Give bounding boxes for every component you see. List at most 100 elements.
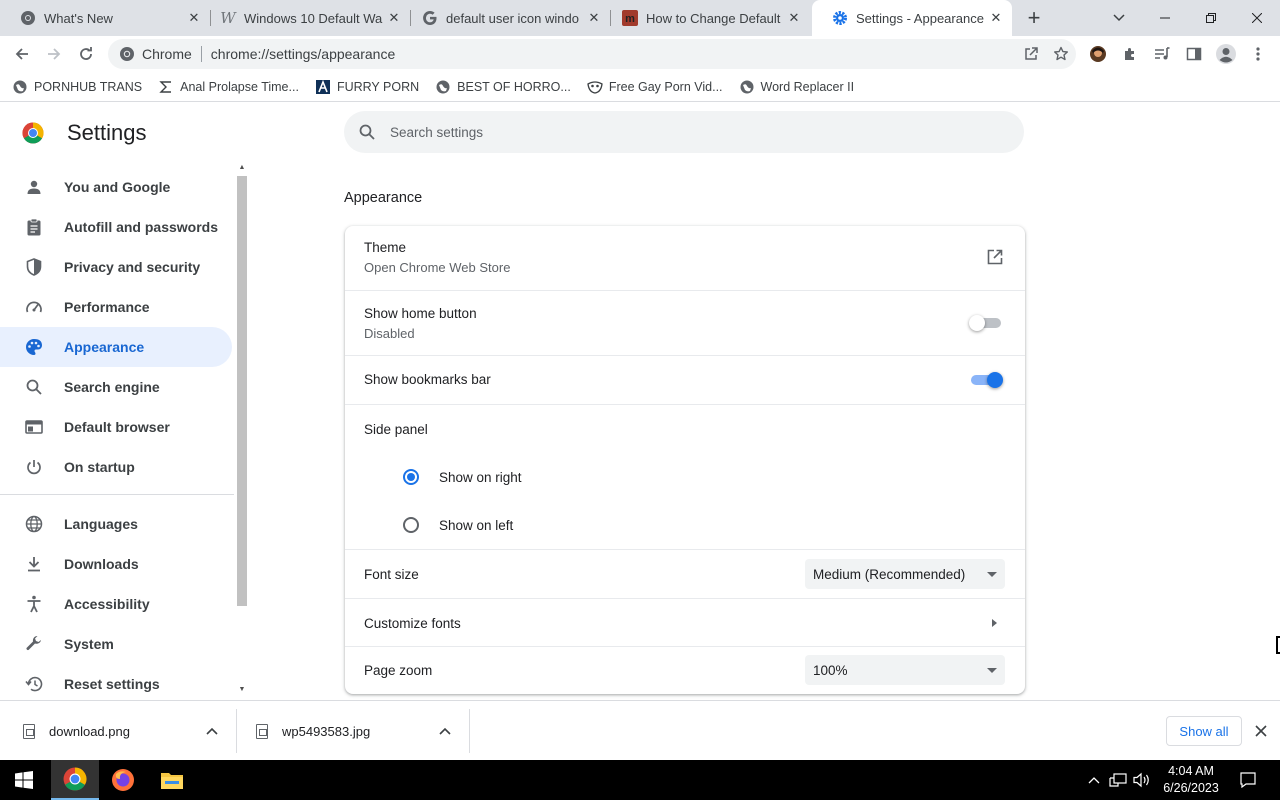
makeuseof-icon: m [622,10,638,26]
chevron-up-icon[interactable] [204,723,220,739]
chevron-up-icon[interactable] [437,723,453,739]
profile-button[interactable] [1212,40,1240,68]
side-panel-button[interactable] [1180,40,1208,68]
menu-button[interactable] [1244,40,1272,68]
sidebar-item-autofill[interactable]: Autofill and passwords [0,207,232,247]
font-size-select[interactable]: Medium (Recommended) [805,559,1005,589]
tab-search-button[interactable] [1096,0,1142,36]
close-icon[interactable]: ✕ [386,10,402,26]
close-window-button[interactable] [1234,0,1280,36]
bookmark-item[interactable]: BEST OF HORRO... [435,79,571,95]
minimize-button[interactable] [1142,0,1188,36]
radio-button[interactable] [403,517,419,533]
start-button[interactable] [0,760,48,800]
download-item[interactable]: wp5493583.jpg [256,711,466,751]
show-all-downloads-button[interactable]: Show all [1166,716,1242,746]
bookmark-item[interactable]: FURRY PORN [315,79,419,95]
speedometer-icon [24,297,44,317]
sidebar-item-label: Reset settings [64,676,160,692]
theme-row[interactable]: Theme Open Chrome Web Store [345,226,1025,290]
history-icon [24,674,44,694]
bookmark-item[interactable]: PORNHUB TRANS [12,79,142,95]
home-button-toggle[interactable] [969,315,1003,331]
customize-fonts-row[interactable]: Customize fonts [345,598,1025,646]
restore-button[interactable] [1188,0,1234,36]
close-icon[interactable]: ✕ [586,10,602,26]
restore-icon [1206,13,1216,23]
url-text[interactable]: chrome://settings/appearance [211,46,395,62]
sidebar-item-performance[interactable]: Performance [0,287,232,327]
scrollbar-thumb[interactable] [237,176,247,606]
bookmarks-bar-toggle[interactable] [969,372,1003,388]
search-input[interactable] [390,124,990,140]
side-panel-option-left[interactable]: Show on left [403,517,513,533]
section-title: Appearance [344,190,423,206]
sidebar-item-downloads[interactable]: Downloads [0,544,232,584]
forward-button[interactable] [40,40,68,68]
arrow-right-icon [992,619,997,627]
sidebar-item-privacy[interactable]: Privacy and security [0,247,232,287]
account-circle-icon [1216,44,1236,64]
sidebar-item-you-and-google[interactable]: You and Google [0,167,232,207]
chrome-icon [118,45,136,63]
sidebar-scrollbar[interactable]: ▲ ▼ [236,164,248,700]
radio-button[interactable] [403,469,419,485]
settings-sidebar: You and Google Autofill and passwords Pr… [0,164,234,700]
notifications-button[interactable] [1234,760,1262,800]
reload-button[interactable] [72,40,100,68]
scroll-up-arrow-icon[interactable]: ▲ [237,164,247,174]
bookmark-item[interactable]: Anal Prolapse Time... [158,79,299,95]
home-button-row[interactable]: Show home button Disabled [345,290,1025,355]
site-chip-label[interactable]: Chrome [142,46,192,62]
taskbar-clock[interactable]: 4:04 AM 6/26/2023 [1152,763,1230,797]
chevron-down-icon [1113,14,1125,22]
tray-overflow-button[interactable] [1084,760,1104,800]
back-button[interactable] [8,40,36,68]
close-icon[interactable] [1252,722,1270,740]
tab-whats-new[interactable]: What's New ✕ [0,0,210,36]
open-in-new-icon[interactable] [985,247,1005,267]
sidebar-item-system[interactable]: System [0,624,232,664]
google-icon [422,10,438,26]
taskbar-chrome[interactable] [51,760,99,800]
tab-how-to-change-default[interactable]: m How to Change Default ✕ [602,0,810,36]
network-button[interactable] [1106,760,1130,800]
sidebar-item-label: Default browser [64,419,170,435]
scroll-down-arrow-icon[interactable]: ▼ [237,686,247,696]
tab-windows-default-wallpaper[interactable]: W Windows 10 Default Wa ✕ [200,0,410,36]
bookmark-label: Word Replacer II [760,79,855,94]
sidebar-item-default-browser[interactable]: Default browser [0,407,232,447]
sidebar-item-on-startup[interactable]: On startup [0,447,232,487]
sidebar-item-accessibility[interactable]: Accessibility [0,584,232,624]
sidebar-item-appearance[interactable]: Appearance [0,327,232,367]
arrow-left-icon [15,48,28,60]
bookmark-item[interactable]: Word Replacer II [739,79,855,95]
tab-title: How to Change Default [646,10,781,26]
bookmark-item[interactable]: Free Gay Porn Vid... [587,79,723,95]
download-filename: download.png [49,723,130,739]
page-zoom-select[interactable]: 100% [805,655,1005,685]
close-icon[interactable]: ✕ [988,10,1004,26]
taskbar-firefox[interactable] [99,760,147,800]
address-bar[interactable]: Chrome chrome://settings/appearance [108,39,1076,69]
star-icon[interactable] [1046,40,1076,68]
sidebar-item-languages[interactable]: Languages [0,504,232,544]
sidebar-item-reset-settings[interactable]: Reset settings [0,664,232,700]
share-icon[interactable] [1016,40,1046,68]
download-item[interactable]: download.png [23,711,233,751]
close-icon[interactable]: ✕ [786,10,802,26]
media-controls-button[interactable] [1148,40,1176,68]
settings-search[interactable] [344,111,1024,153]
profile-extension-button[interactable] [1084,40,1112,68]
extensions-button[interactable] [1116,40,1144,68]
tab-settings-appearance[interactable]: Settings - Appearance ✕ [812,0,1012,36]
taskbar-file-explorer[interactable] [148,760,196,800]
bookmarks-bar-row[interactable]: Show bookmarks bar [345,355,1025,404]
caret-down-icon [987,572,997,577]
sidebar-item-label: On startup [64,459,135,475]
sidebar-item-search-engine[interactable]: Search engine [0,367,232,407]
tab-default-user-icon[interactable]: default user icon windo ✕ [402,0,610,36]
side-panel-option-right[interactable]: Show on right [403,469,522,485]
new-tab-button[interactable]: + [1022,5,1046,30]
volume-button[interactable] [1130,760,1154,800]
